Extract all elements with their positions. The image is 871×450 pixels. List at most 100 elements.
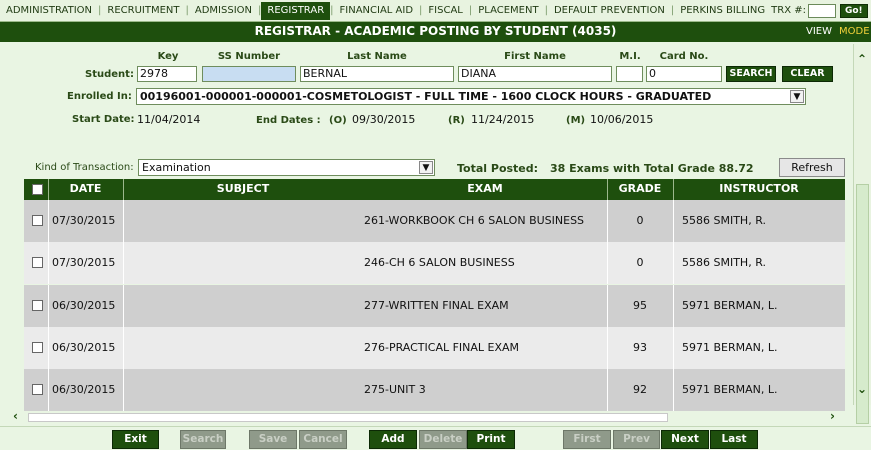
- enrolled-in-value: 00196001-000001-000001-COSMETOLOGIST - F…: [140, 90, 712, 103]
- row-grade: 95: [633, 299, 647, 312]
- nav-admission[interactable]: ADMISSION: [189, 5, 258, 16]
- horizontal-scrollbar[interactable]: ‹ ›: [10, 409, 850, 425]
- trx-input[interactable]: [807, 3, 836, 18]
- bottom-toolbar: Exit Search Save Cancel Add Delete Print…: [0, 426, 871, 450]
- row-checkbox[interactable]: [32, 300, 43, 311]
- row-exam: 261-WORKBOOK CH 6 SALON BUSINESS: [364, 214, 585, 227]
- card-no-field[interactable]: 0: [646, 66, 722, 82]
- chevron-up-icon[interactable]: ⌃: [857, 52, 867, 66]
- kind-of-transaction-label: Kind of Transaction:: [35, 162, 134, 173]
- student-label: Student:: [85, 69, 134, 80]
- add-button[interactable]: Add: [369, 430, 417, 449]
- select-all-checkbox[interactable]: [32, 184, 43, 195]
- exam-column-header[interactable]: EXAM: [363, 182, 607, 195]
- table-row[interactable]: 06/30/2015 276-PRACTICAL FINAL EXAM 93 5…: [24, 327, 845, 369]
- first-button[interactable]: First: [563, 430, 611, 449]
- table-row[interactable]: 07/30/2015 261-WORKBOOK CH 6 SALON BUSIN…: [24, 200, 845, 242]
- row-date: 07/30/2015: [52, 256, 116, 269]
- student-key-field[interactable]: 2978: [137, 66, 197, 82]
- first-name-header: First Name: [504, 51, 566, 62]
- view-label[interactable]: VIEW: [806, 26, 832, 37]
- save-button[interactable]: Save: [249, 430, 297, 449]
- chevron-right-icon[interactable]: ›: [830, 409, 835, 423]
- table-row[interactable]: 06/30/2015 277-WRITTEN FINAL EXAM 95 597…: [24, 285, 845, 327]
- row-exam: 275-UNIT 3: [364, 383, 426, 396]
- nav-placement[interactable]: PLACEMENT: [472, 5, 544, 16]
- last-name-field[interactable]: BERNAL: [300, 66, 454, 82]
- chevron-down-icon[interactable]: ▼: [419, 161, 433, 174]
- end-date-o-value: 09/30/2015: [352, 113, 416, 126]
- kind-of-transaction-select[interactable]: Examination ▼: [138, 159, 435, 176]
- exit-button[interactable]: Exit: [112, 430, 159, 449]
- nav-fiscal[interactable]: FISCAL: [422, 5, 468, 16]
- row-date: 06/30/2015: [52, 341, 116, 354]
- row-instructor: 5971 BERMAN, L.: [682, 341, 778, 354]
- page-title: REGISTRAR - ACADEMIC POSTING BY STUDENT …: [254, 24, 617, 38]
- nav-recruitment[interactable]: RECRUITMENT: [101, 5, 185, 16]
- row-date: 06/30/2015: [52, 299, 116, 312]
- table-row[interactable]: 06/30/2015 275-UNIT 3 92 5971 BERMAN, L.: [24, 369, 845, 411]
- row-checkbox[interactable]: [32, 342, 43, 353]
- horizontal-scroll-thumb[interactable]: [28, 413, 668, 422]
- total-posted-label: Total Posted:: [457, 162, 539, 175]
- chevron-down-icon[interactable]: ▼: [790, 90, 804, 103]
- chevron-down-icon[interactable]: ⌄: [857, 382, 867, 396]
- next-button[interactable]: Next: [661, 430, 709, 449]
- end-date-o-label: (O): [329, 115, 347, 126]
- end-date-m-label: (M): [566, 115, 586, 126]
- top-nav: ADMINISTRATION | RECRUITMENT | ADMISSION | …: [0, 0, 871, 22]
- end-date-r-label: (R): [448, 115, 465, 126]
- grade-column-header[interactable]: GRADE: [607, 182, 673, 195]
- subject-column-header[interactable]: SUBJECT: [123, 182, 363, 195]
- row-checkbox[interactable]: [32, 215, 43, 226]
- end-date-m-value: 10/06/2015: [590, 113, 654, 126]
- nav-administration[interactable]: ADMINISTRATION: [0, 5, 98, 16]
- row-checkbox[interactable]: [32, 257, 43, 268]
- mi-field[interactable]: [616, 66, 643, 82]
- nav-financial-aid[interactable]: FINANCIAL AID: [334, 5, 420, 16]
- date-column-header[interactable]: DATE: [48, 182, 123, 195]
- mi-header: M.I.: [619, 51, 641, 62]
- row-exam: 276-PRACTICAL FINAL EXAM: [364, 341, 520, 354]
- nav-perkins-billing[interactable]: PERKINS BILLING: [674, 5, 771, 16]
- row-date: 07/30/2015: [52, 214, 116, 227]
- print-button[interactable]: Print: [467, 430, 515, 449]
- first-name-field[interactable]: DIANA: [458, 66, 612, 82]
- row-grade: 0: [636, 214, 644, 227]
- start-date-value: 11/04/2014: [137, 113, 201, 126]
- nav-registrar[interactable]: REGISTRAR: [261, 1, 331, 20]
- row-instructor: 5971 BERMAN, L.: [682, 299, 778, 312]
- end-dates-label: End Dates :: [256, 115, 321, 126]
- start-date-label: Start Date:: [72, 114, 135, 125]
- row-exam: 246-CH 6 SALON BUSINESS: [364, 256, 515, 269]
- row-date: 06/30/2015: [52, 383, 116, 396]
- trx-label: TRX #:: [771, 5, 806, 16]
- row-grade: 0: [636, 256, 644, 269]
- search-button[interactable]: SEARCH: [726, 66, 776, 82]
- last-name-header: Last Name: [347, 51, 407, 62]
- row-instructor: 5586 SMITH, R.: [682, 256, 766, 269]
- search-toolbar-button[interactable]: Search: [180, 430, 226, 449]
- ss-number-field[interactable]: [202, 66, 296, 82]
- delete-button[interactable]: Delete: [419, 430, 467, 449]
- chevron-left-icon[interactable]: ‹: [13, 409, 18, 423]
- total-posted-value: 38 Exams with Total Grade 88.72: [550, 162, 754, 175]
- refresh-list-button[interactable]: Refresh List: [779, 158, 845, 191]
- last-button[interactable]: Last: [710, 430, 758, 449]
- end-date-r-value: 11/24/2015: [471, 113, 535, 126]
- go-button[interactable]: Go!: [839, 3, 868, 18]
- vertical-scrollbar[interactable]: ⌃ ⌄: [853, 44, 871, 424]
- table-header: DATE SUBJECT EXAM GRADE INSTRUCTOR: [24, 179, 845, 200]
- nav-default-prevention[interactable]: DEFAULT PREVENTION: [548, 5, 671, 16]
- clear-button[interactable]: CLEAR: [782, 66, 833, 82]
- row-exam: 277-WRITTEN FINAL EXAM: [364, 299, 509, 312]
- mode-label[interactable]: MODE: [839, 26, 870, 37]
- card-no-header: Card No.: [659, 51, 709, 62]
- prev-button[interactable]: Prev: [613, 430, 660, 449]
- enrolled-in-select[interactable]: 00196001-000001-000001-COSMETOLOGIST - F…: [136, 88, 806, 105]
- instructor-column-header[interactable]: INSTRUCTOR: [673, 182, 845, 195]
- row-checkbox[interactable]: [32, 384, 43, 395]
- cancel-button[interactable]: Cancel: [299, 430, 347, 449]
- row-instructor: 5586 SMITH, R.: [682, 214, 766, 227]
- table-row[interactable]: 07/30/2015 246-CH 6 SALON BUSINESS 0 558…: [24, 242, 845, 284]
